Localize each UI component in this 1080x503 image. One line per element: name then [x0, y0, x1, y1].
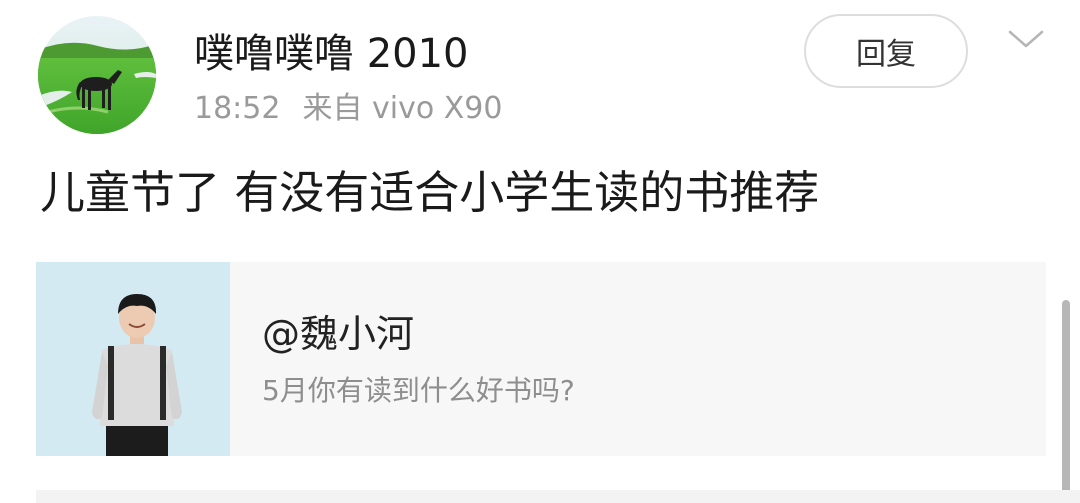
person-with-backpack-photo-icon — [36, 262, 230, 456]
horse-grassland-avatar-icon — [38, 16, 156, 134]
author-avatar[interactable] — [38, 16, 156, 134]
scrollbar[interactable] — [1062, 300, 1070, 503]
share-card[interactable]: @魏小河 5月你有读到什么好书吗? — [36, 262, 1046, 456]
post-meta: 18:52 来自 vivo X90 — [194, 88, 502, 130]
card-handle[interactable]: @魏小河 — [262, 310, 414, 358]
author-name[interactable]: 噗噜噗噜 2010 — [194, 28, 469, 80]
post-text: 儿童节了 有没有适合小学生读的书推荐 — [40, 166, 820, 219]
post-time: 18:52 — [194, 91, 281, 126]
next-card-edge — [36, 490, 1080, 503]
reply-button[interactable]: 回复 — [804, 14, 968, 88]
post-source: 来自 vivo X90 — [302, 91, 503, 126]
chevron-down-icon[interactable] — [1006, 24, 1046, 54]
card-subtitle: 5月你有读到什么好书吗? — [262, 374, 575, 407]
